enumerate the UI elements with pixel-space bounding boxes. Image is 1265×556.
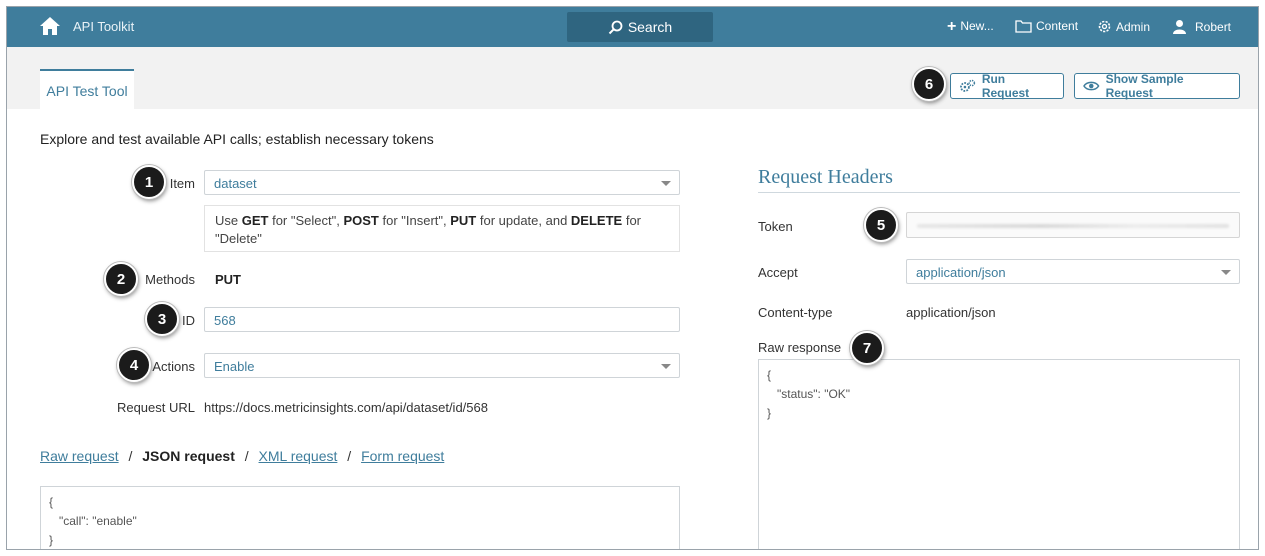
folder-icon	[1015, 19, 1032, 33]
hint-post: POST	[343, 213, 379, 228]
request-url-label: Request URL	[116, 400, 195, 415]
hint-text: for "Insert",	[378, 213, 451, 228]
separator: /	[244, 448, 249, 464]
form-request-link[interactable]: Form request	[361, 448, 444, 464]
method-hint: Use GET for "Select", POST for "Insert",…	[204, 205, 680, 252]
actions-select-value: Enable	[214, 359, 255, 374]
json-request-link[interactable]: JSON request	[142, 448, 235, 464]
content-label: Content	[1036, 19, 1079, 33]
redacted-token	[917, 224, 1229, 228]
accept-select[interactable]: application/json	[906, 259, 1240, 284]
callout-badge-4: 4	[117, 348, 151, 382]
search-button[interactable]: Search	[567, 12, 713, 42]
content-menu[interactable]: Content	[1015, 19, 1078, 33]
chevron-down-icon	[661, 364, 671, 369]
hint-get: GET	[241, 213, 269, 228]
tab-strip: API Test Tool Run Request Show Sample Re…	[7, 47, 1258, 110]
token-input[interactable]	[906, 212, 1240, 238]
run-request-label: Run Request	[981, 72, 1030, 100]
hint-delete: DELETE	[570, 213, 623, 228]
accept-label: Accept	[758, 265, 798, 280]
chevron-down-icon	[661, 181, 671, 186]
chevron-down-icon	[1221, 270, 1231, 275]
callout-badge-3: 3	[145, 302, 179, 336]
callout-badge-6: 6	[912, 67, 946, 101]
raw-request-link[interactable]: Raw request	[40, 448, 119, 464]
eye-icon	[1083, 81, 1100, 91]
show-sample-request-button[interactable]: Show Sample Request	[1074, 72, 1240, 100]
search-icon	[608, 20, 623, 34]
page-description: Explore and test available API calls; es…	[40, 131, 434, 147]
callout-badge-5: 5	[864, 208, 898, 242]
app-window: API Toolkit Search + New... Content Admi…	[6, 6, 1259, 550]
home-icon[interactable]	[39, 16, 61, 36]
content-type-value: application/json	[906, 305, 996, 320]
admin-menu[interactable]: Admin	[1097, 19, 1150, 34]
hint-text: for "Select",	[268, 213, 344, 228]
methods-value: PUT	[215, 272, 241, 287]
content-type-label: Content-type	[758, 305, 833, 320]
callout-badge-7: 7	[850, 331, 884, 365]
actions-select[interactable]: Enable	[204, 353, 680, 378]
plus-icon: +	[947, 17, 957, 35]
gear-icon	[1098, 20, 1111, 33]
accept-select-value: application/json	[916, 265, 1006, 280]
separator: /	[128, 448, 133, 464]
user-name: Robert	[1195, 19, 1232, 34]
new-menu[interactable]: + New...	[947, 17, 994, 35]
hint-text: for update, and	[476, 213, 571, 228]
callout-badge-2: 2	[104, 262, 138, 296]
top-nav: API Toolkit Search + New... Content Admi…	[7, 7, 1258, 47]
admin-label: Admin	[1116, 19, 1151, 34]
new-label: New...	[960, 19, 994, 33]
hint-put: PUT	[450, 213, 477, 228]
app-title[interactable]: API Toolkit	[73, 19, 134, 34]
user-menu[interactable]: Robert	[1172, 19, 1231, 34]
user-icon	[1173, 20, 1186, 34]
item-select-value: dataset	[214, 176, 257, 191]
callout-badge-1: 1	[132, 165, 166, 199]
search-label: Search	[627, 19, 673, 35]
xml-request-link[interactable]: XML request	[259, 448, 338, 464]
token-label: Token	[758, 219, 793, 234]
separator: /	[347, 448, 352, 464]
request-headers-title: Request Headers	[758, 166, 893, 188]
divider	[758, 192, 1240, 193]
request-url-value: https://docs.metricinsights.com/api/data…	[204, 400, 488, 415]
item-select[interactable]: dataset	[204, 170, 680, 195]
gears-icon	[960, 79, 976, 92]
request-format-links: Raw request / JSON request / XML request…	[40, 448, 444, 464]
request-body-editor[interactable]: { "call": "enable" }	[40, 486, 680, 549]
tab-api-test-tool[interactable]: API Test Tool	[40, 69, 134, 110]
raw-response-output: { "status": "OK" }	[758, 359, 1240, 549]
hint-text: Use	[215, 213, 242, 228]
raw-response-label: Raw response	[758, 340, 842, 355]
show-sample-request-label: Show Sample Request	[1105, 72, 1184, 100]
id-input[interactable]: 568	[204, 307, 680, 332]
run-request-button[interactable]: Run Request	[950, 72, 1064, 100]
